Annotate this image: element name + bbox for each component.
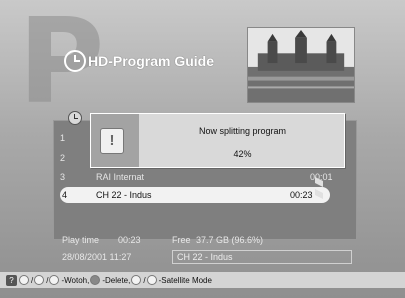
right-key-icon[interactable] (49, 275, 60, 285)
clock-icon (68, 111, 82, 125)
wotoh-label: -Wotoh, (61, 275, 90, 285)
dialog-message: Now splitting program (198, 126, 287, 136)
program-name: CH 22 - Indus (96, 190, 152, 200)
separator: / (143, 275, 146, 285)
delete-key-icon[interactable] (90, 275, 101, 285)
program-name: RAI Internat (96, 172, 145, 182)
current-channel-box: CH 22 - Indus (172, 250, 352, 264)
delete-label: -Delete, (102, 275, 131, 285)
tv-thumbnail (247, 27, 355, 103)
free-space-value: 37.7 GB (96.6%) (196, 235, 264, 245)
play-time-label: Play time (62, 235, 100, 245)
dialog-percent: 42% (233, 149, 252, 159)
clock-icon (64, 50, 86, 72)
play-time-value: 00:23 (118, 235, 141, 245)
program-number: 3 (60, 172, 66, 182)
help-icon[interactable]: ? (6, 274, 17, 286)
free-label: Free (172, 235, 191, 245)
footer-key-hints: ? / / -Wotoh, -Delete, / -Satellite Mode (0, 272, 405, 288)
down-key-icon[interactable] (146, 275, 157, 285)
page-title: HD-Program Guide (88, 53, 215, 69)
program-number: 4 (62, 190, 68, 200)
up-key-icon[interactable] (131, 275, 142, 285)
list-item[interactable]: 3 RAI Internat 00:01 (60, 170, 350, 184)
separator: / (31, 275, 34, 285)
selected-list-item[interactable]: 4 CH 22 - Indus 00:23 (60, 187, 330, 203)
satellite-label: -Satellite Mode (158, 275, 212, 285)
progress-dialog: ! Now splitting program 42% (90, 113, 345, 168)
scroll-arrows-icon[interactable] (313, 175, 325, 203)
header: HD-Program Guide (64, 50, 214, 72)
ok-key-icon[interactable] (34, 275, 45, 285)
date-time: 28/08/2001 11:27 (62, 252, 132, 262)
warning-icon: ! (100, 128, 124, 154)
separator: / (46, 275, 49, 285)
left-key-icon[interactable] (19, 275, 29, 285)
